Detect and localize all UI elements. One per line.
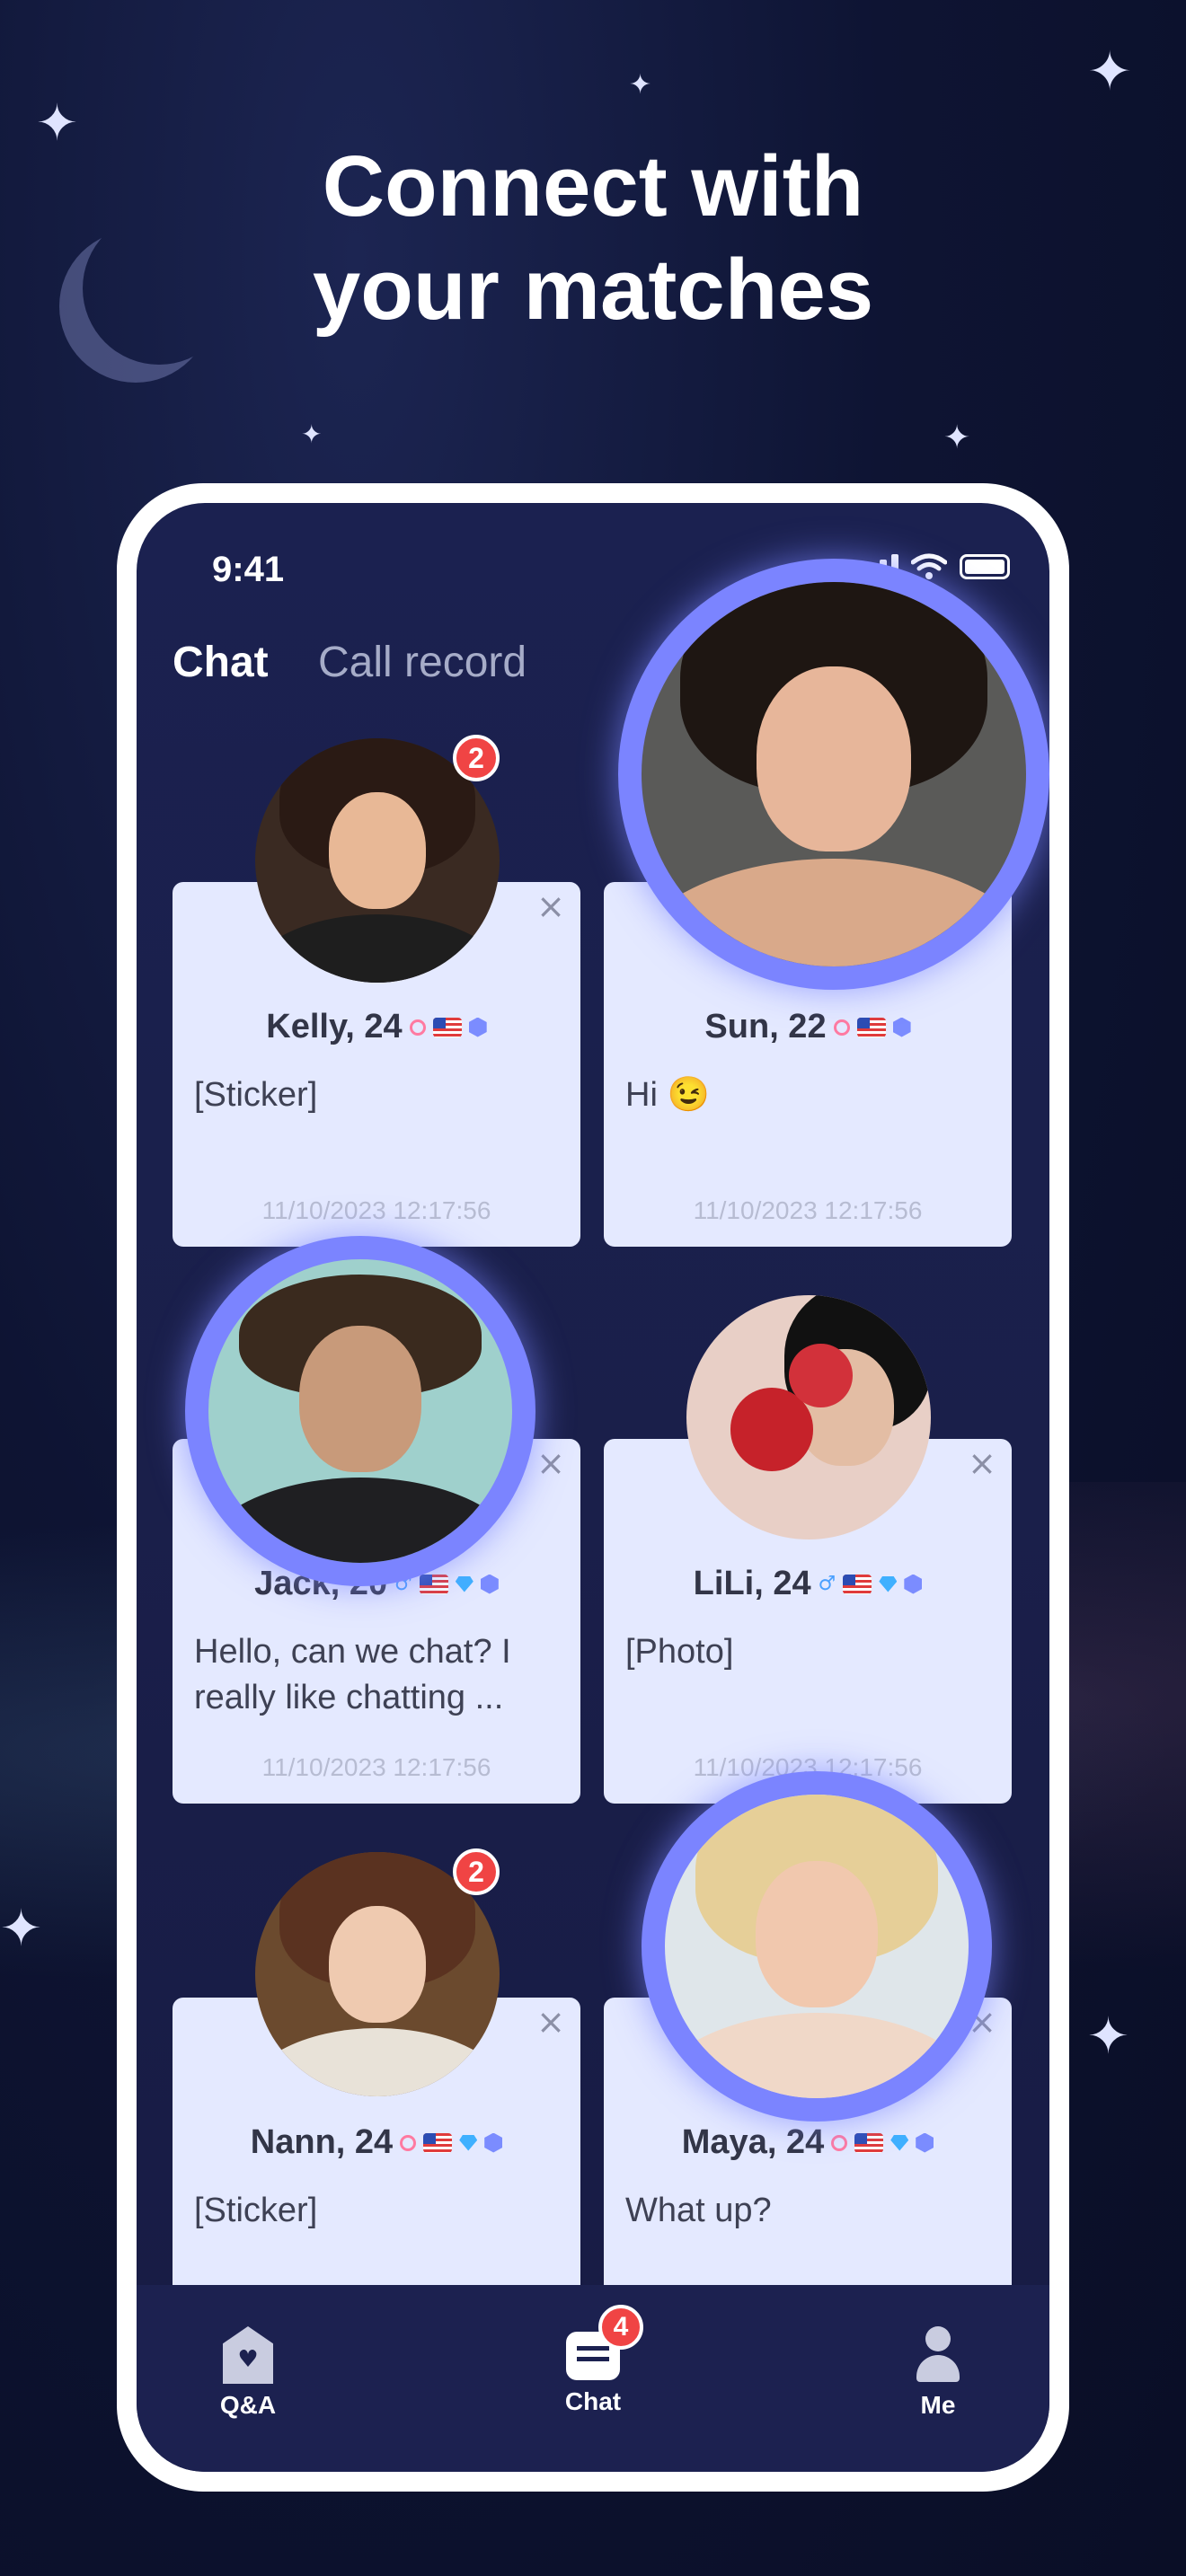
message-time: 11/10/2023 12:17:56 [261,1753,491,1781]
contact-name: Kelly, 24 [266,1008,403,1045]
us-flag-icon [423,2132,453,2153]
person-icon [913,2326,963,2384]
search-icon [833,1019,850,1036]
shield-icon [892,1017,911,1037]
last-message: [Sticker] [194,1076,318,1114]
phone-screen: 9:41 Chat Call record × Kelly, 24 [Stick… [137,503,1049,2472]
star-icon: ✦ [943,419,971,456]
name-row: Sun, 22 [604,1008,1012,1046]
message-time: 11/10/2023 12:17:56 [261,1196,491,1224]
contact-name: Maya, 24 [681,2123,825,2161]
headline-line-2: your matches [312,242,874,339]
shield-icon [484,2132,503,2153]
search-icon [400,2134,417,2151]
avatar-maya[interactable] [642,1771,992,2122]
diamond-icon [455,1575,474,1592]
us-flag-icon [843,1574,872,1594]
headline: Connect with your matches [0,135,1186,341]
avatar-jack[interactable] [185,1236,535,1586]
close-icon[interactable]: × [965,1446,999,1480]
contact-name: Sun, 22 [704,1008,827,1045]
last-message: What up? [625,2192,772,2229]
name-row: LiLi, 24 ♂ [604,1565,1012,1603]
star-icon: ✦ [1087,40,1133,103]
star-icon: ✦ [301,419,323,449]
diamond-icon [879,1575,898,1592]
unread-badge: 2 [453,1848,500,1895]
last-message: [Photo] [625,1633,734,1671]
last-message: Hi 😉 [625,1076,710,1114]
tab-qa[interactable]: Q&A [176,2326,320,2420]
tab-chat[interactable]: Chat [173,638,269,687]
us-flag-icon [856,1017,886,1037]
tab-me[interactable]: Me [866,2326,1010,2420]
contact-name: LiLi, 24 [693,1565,811,1602]
phone-frame: 9:41 Chat Call record × Kelly, 24 [Stick… [117,483,1069,2492]
chat-unread-badge: 4 [598,2305,643,2350]
contact-name: Nann, 24 [250,2123,394,2161]
shield-icon [480,1574,499,1594]
star-icon: ✦ [1087,2007,1129,2066]
headline-line-1: Connect with [322,138,864,234]
male-icon: ♂ [818,1573,836,1595]
close-icon[interactable]: × [534,1446,568,1480]
status-time: 9:41 [212,550,285,589]
name-row: Nann, 24 [173,2123,580,2162]
search-icon [409,1019,426,1036]
tab-label: Chat [564,2387,622,2415]
search-icon [831,2134,848,2151]
shield-icon [468,1017,487,1037]
tab-chat-nav[interactable]: Chat [521,2326,665,2416]
star-icon: ✦ [629,69,652,101]
us-flag-icon [419,1574,448,1594]
message-time: 11/10/2023 12:17:56 [693,1196,923,1224]
diamond-icon [890,2134,909,2151]
battery-icon [960,554,1010,579]
shield-icon [904,1574,923,1594]
last-message: [Sticker] [194,2192,318,2229]
unread-badge: 2 [453,735,500,781]
home-heart-icon [223,2326,273,2384]
diamond-icon [459,2134,478,2151]
avatar-sun[interactable] [618,559,1049,990]
star-icon: ✦ [0,1900,42,1958]
shield-icon [916,2132,934,2153]
name-row: Kelly, 24 [173,1008,580,1046]
tab-call-record[interactable]: Call record [318,638,527,687]
tab-label: Me [920,2391,956,2419]
close-icon[interactable]: × [534,2005,568,2039]
us-flag-icon [854,2132,884,2153]
tab-label: Q&A [219,2391,277,2419]
us-flag-icon [432,1017,462,1037]
last-message: Hello, can we chat? I really like chatti… [194,1633,511,1717]
name-row: Maya, 24 [604,2123,1012,2162]
bottom-tab-bar: Q&A Chat 4 Me [137,2285,1049,2472]
close-icon[interactable]: × [534,889,568,923]
avatar-lili[interactable] [686,1295,931,1539]
